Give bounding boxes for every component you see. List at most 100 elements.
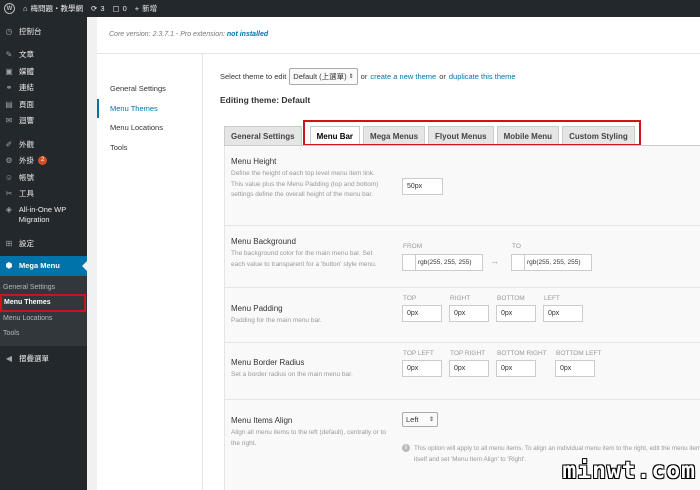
arrow-right-icon: → xyxy=(490,256,499,266)
sidebar-item-link[interactable]: ⚭ 連結 xyxy=(0,80,87,97)
tab-general-settings[interactable]: General Settings xyxy=(224,126,302,146)
wordpress-logo-icon[interactable]: W xyxy=(4,3,15,14)
radius-bottom-right-input[interactable]: 0px xyxy=(496,360,536,377)
sidebar-item-label: 文章 xyxy=(19,50,34,60)
create-theme-link[interactable]: create a new theme xyxy=(370,72,436,81)
nav-menu-themes[interactable]: Menu Themes xyxy=(97,98,202,118)
nav-menu-locations[interactable]: Menu Locations xyxy=(97,118,202,138)
nav-general-settings[interactable]: General Settings xyxy=(97,79,202,99)
sidebar-item-label: 迴響 xyxy=(19,116,34,126)
menu-height-input[interactable]: 50px xyxy=(402,178,443,195)
plus-icon: + xyxy=(134,4,140,13)
version-bar: Core version: 2.3.7.1 - Pro extension: n… xyxy=(97,17,700,54)
padding-right-input[interactable]: 0px xyxy=(449,305,489,322)
admin-menu: ◷ 控制台 ✎ 文章 ▣ 媒體 ⚭ 連結 ▤ 頁面 ✉ 迴響 ✐ 外觀 ⚙ 外掛 2 ☺ 帳號 ✂ 工具 ◈ All-in-… xyxy=(0,23,87,252)
content-area: Core version: 2.3.7.1 - Pro extension: n… xyxy=(87,17,700,490)
sidebar-item-media[interactable]: ▣ 媒體 xyxy=(0,63,87,80)
page-icon: ▤ xyxy=(5,99,13,109)
admin-sidebar: ◷ 控制台 ✎ 文章 ▣ 媒體 ⚭ 連結 ▤ 頁面 ✉ 迴響 ✐ 外觀 ⚙ 外掛 2 ☺ 帳號 ✂ 工具 ◈ All-in-… xyxy=(0,17,87,490)
settings-nav: General Settings Menu Themes Menu Locati… xyxy=(97,54,202,157)
sidebar-item-label: 外掛 xyxy=(19,156,34,166)
theme-editor: Select theme to edit Default (上選單) ⇕ or c… xyxy=(202,54,700,490)
sidebar-item-plugin[interactable]: ⚙ 外掛 2 xyxy=(0,153,87,170)
sidebar-item-user[interactable]: ☺ 帳號 xyxy=(0,169,87,186)
user-icon: ☺ xyxy=(4,172,14,182)
menu-separator xyxy=(0,129,87,136)
comment-icon: ✉ xyxy=(5,116,13,126)
settings-panel: Core version: 2.3.7.1 - Pro extension: n… xyxy=(97,17,700,490)
watermark-logo: minwt.com xyxy=(562,458,696,484)
theme-select[interactable]: Default (上選單) ⇕ xyxy=(289,68,358,85)
sidebar-item-appearance[interactable]: ✐ 外觀 xyxy=(0,136,87,153)
padding-bottom-input[interactable]: 0px xyxy=(496,305,536,322)
theme-select-row: Select theme to edit Default (上選單) ⇕ or c… xyxy=(220,68,516,85)
radius-bottom-left-input[interactable]: 0px xyxy=(555,360,595,377)
chevron-updown-icon: ⇕ xyxy=(348,74,354,80)
menu-items-align-select[interactable]: Left ⇕ xyxy=(402,412,438,427)
radius-top-right-input[interactable]: 0px xyxy=(449,360,489,377)
row-menu-height: Menu Height Define the height of each to… xyxy=(225,146,700,226)
migration-icon: ◈ xyxy=(5,205,12,214)
plugin-icon: ⚙ xyxy=(5,156,13,166)
background-from-color[interactable]: rgb(255, 255, 255) xyxy=(402,254,483,271)
sidebar-item-label: All-in-One WP Migration xyxy=(18,205,67,224)
sidebar-item-label: 媒體 xyxy=(19,66,34,76)
site-name-link[interactable]: ⌂ 梅問題‧教學網 xyxy=(23,3,83,14)
mega-menu-icon: ⬢ xyxy=(5,261,13,270)
sidebar-item-mega-menu[interactable]: ⬢ Mega Menu xyxy=(0,255,87,276)
sidebar-item-comment[interactable]: ✉ 迴響 xyxy=(0,113,87,130)
link-icon: ⚭ xyxy=(5,83,13,93)
submenu-tools[interactable]: Tools xyxy=(0,326,87,342)
sidebar-item-settings[interactable]: ⊞ 設定 xyxy=(0,235,87,252)
sidebar-item-page[interactable]: ▤ 頁面 xyxy=(0,96,87,113)
dashboard-icon: ◷ xyxy=(5,26,13,36)
tools-icon: ✂ xyxy=(5,189,13,199)
radius-top-left-input[interactable]: 0px xyxy=(402,360,442,377)
update-count-badge: 2 xyxy=(38,156,48,166)
chevron-updown-icon: ⇕ xyxy=(428,417,434,423)
sidebar-item-label: 設定 xyxy=(19,238,34,248)
pro-status: not installed xyxy=(226,31,269,38)
duplicate-theme-link[interactable]: duplicate this theme xyxy=(449,72,516,81)
nav-tools[interactable]: Tools xyxy=(97,138,202,158)
sidebar-item-pin[interactable]: ✎ 文章 xyxy=(0,47,87,64)
updates-link[interactable]: ⟳ 3 xyxy=(91,4,104,13)
sidebar-item-tools[interactable]: ✂ 工具 xyxy=(0,186,87,203)
padding-top-input[interactable]: 0px xyxy=(402,305,442,322)
sidebar-item-dashboard[interactable]: ◷ 控制台 xyxy=(0,23,87,40)
sidebar-item-migration[interactable]: ◈ All-in-One WP Migration xyxy=(0,202,87,228)
media-icon: ▣ xyxy=(5,66,13,76)
info-icon: i xyxy=(402,444,410,452)
new-content-link[interactable]: + 新增 xyxy=(135,3,157,14)
version-info: Core version: 2.3.7.1 - Pro extension: n… xyxy=(109,31,269,38)
background-to-color[interactable]: rgb(255, 255, 255) xyxy=(511,254,592,271)
menu-separator xyxy=(0,228,87,235)
submenu-general-settings[interactable]: General Settings xyxy=(0,280,87,296)
appearance-icon: ✐ xyxy=(5,139,13,149)
sidebar-item-label: 頁面 xyxy=(19,99,34,109)
sidebar-item-label: 帳號 xyxy=(19,172,34,182)
color-swatch[interactable] xyxy=(512,255,525,270)
mega-menu-submenu: General Settings Menu Themes Menu Locati… xyxy=(0,275,87,346)
collapse-icon: ◀ xyxy=(5,354,13,364)
home-icon: ⌂ xyxy=(23,4,28,13)
admin-bar: W ⌂ 梅問題‧教學網 ⟳ 3 ▢ 0 + 新增 xyxy=(0,0,700,17)
menu-separator xyxy=(0,40,87,47)
sidebar-item-label: 工具 xyxy=(19,189,34,199)
row-menu-background: Menu Background The background color for… xyxy=(225,226,700,288)
submenu-menu-locations[interactable]: Menu Locations xyxy=(0,311,87,327)
settings-icon: ⊞ xyxy=(5,238,13,248)
comment-bubble-icon: ▢ xyxy=(112,4,120,13)
menu-bar-settings: Menu Height Define the height of each to… xyxy=(224,146,700,490)
comments-link[interactable]: ▢ 0 xyxy=(113,4,127,13)
sidebar-item-label: 外觀 xyxy=(19,139,34,149)
color-swatch[interactable] xyxy=(403,255,416,270)
sidebar-item-label: 控制台 xyxy=(19,26,42,36)
sidebar-item-label: 連結 xyxy=(19,83,34,93)
editing-title: Editing theme: Default xyxy=(220,95,311,105)
row-menu-padding: Menu Padding Padding for the main menu b… xyxy=(225,288,700,343)
updates-icon: ⟳ xyxy=(91,4,98,13)
submenu-menu-themes[interactable]: Menu Themes xyxy=(0,294,86,312)
collapse-menu-button[interactable]: ◀ 摺疊選單 xyxy=(0,351,87,368)
padding-left-input[interactable]: 0px xyxy=(543,305,583,322)
